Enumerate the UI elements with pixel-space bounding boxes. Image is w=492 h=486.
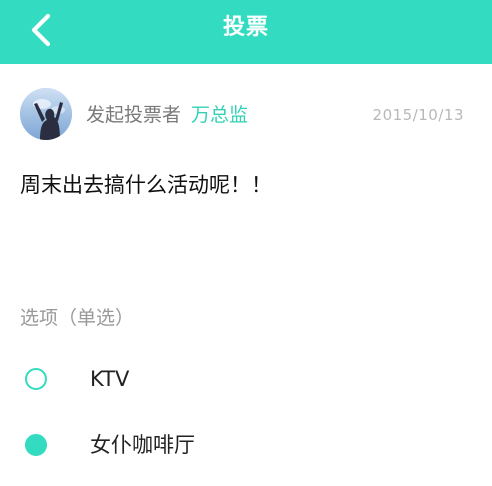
radio-checked-icon[interactable] [25,434,47,456]
option-label: 女仆咖啡厅 [90,433,195,457]
post-date: 2015/10/13 [372,106,464,124]
initiator-label: 发起投票者 [86,104,182,126]
option-ktv[interactable]: KTV [0,352,492,408]
poll-screen: 投票 发起投票者 万总监 2015/10/13 周末出去搞什么活动呢！！ 选项（… [0,0,492,486]
avatar-image [20,88,72,140]
avatar[interactable] [20,88,72,140]
page-title: 投票 [222,15,269,40]
initiator-name[interactable]: 万总监 [191,104,248,126]
options-header: 选项（单选） [20,307,135,329]
poll-question: 周末出去搞什么活动呢！！ [20,173,272,197]
poll-content: 发起投票者 万总监 2015/10/13 周末出去搞什么活动呢！！ 选项（单选） … [0,64,492,486]
radio-unchecked-icon[interactable] [25,368,47,390]
option-maid-cafe[interactable]: 女仆咖啡厅 [0,418,492,474]
initiator-row: 发起投票者 万总监 [86,100,248,130]
option-label: KTV [90,367,130,391]
top-bar: 投票 [0,0,492,64]
